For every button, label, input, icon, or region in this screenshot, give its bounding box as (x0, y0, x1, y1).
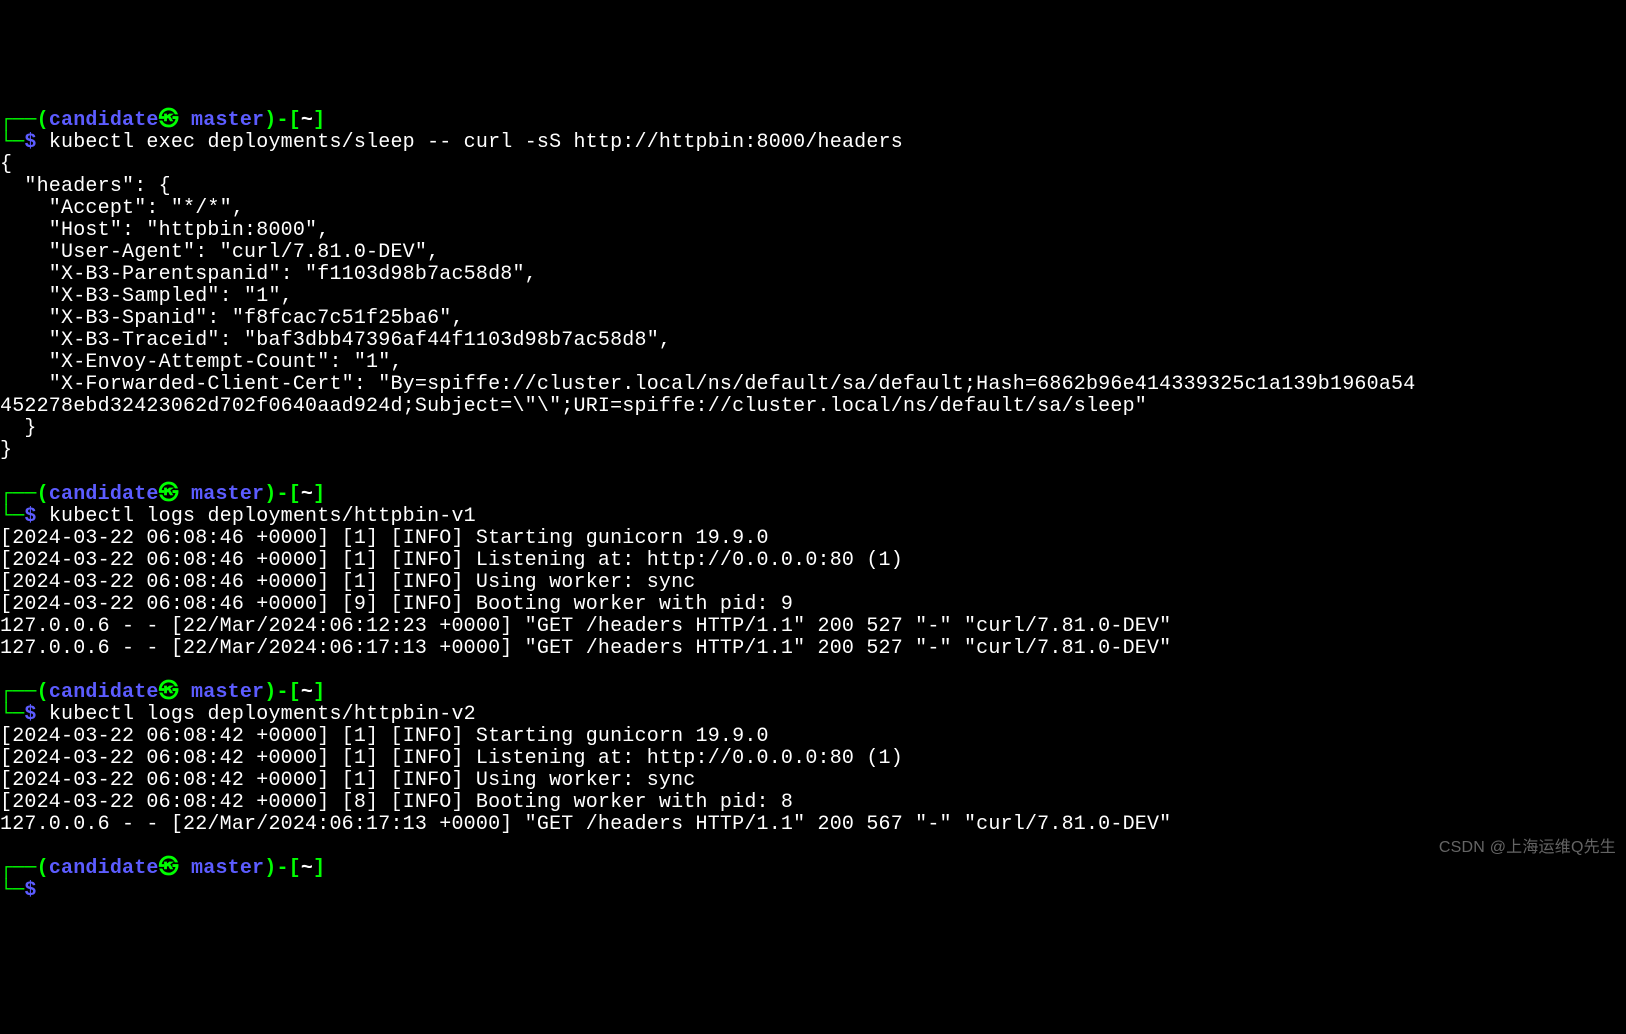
output-line: "X-B3-Sampled": "1", (0, 286, 1626, 308)
prompt-line-bottom[interactable]: └─$ kubectl exec deployments/sleep -- cu… (0, 132, 1626, 154)
output-line: } (0, 418, 1626, 440)
output-line: [2024-03-22 06:08:42 +0000] [1] [INFO] U… (0, 770, 1626, 792)
prompt-line-top: ┌──(candidate㉿ master)-[~] (0, 484, 1626, 506)
watermark-text: CSDN @上海运维Q先生 (1439, 839, 1616, 857)
terminal[interactable]: ┌──(candidate㉿ master)-[~]└─$ kubectl ex… (0, 110, 1626, 902)
output-line: 127.0.0.6 - - [22/Mar/2024:06:17:13 +000… (0, 638, 1626, 660)
output-line: "User-Agent": "curl/7.81.0-DEV", (0, 242, 1626, 264)
output-line: "Accept": "*/*", (0, 198, 1626, 220)
output-line: 127.0.0.6 - - [22/Mar/2024:06:17:13 +000… (0, 814, 1626, 836)
output-line (0, 660, 1626, 682)
output-line: { (0, 154, 1626, 176)
command-text: kubectl exec deployments/sleep -- curl -… (49, 131, 903, 154)
output-line: } (0, 440, 1626, 462)
prompt-line-top: ┌──(candidate㉿ master)-[~] (0, 682, 1626, 704)
output-line: [2024-03-22 06:08:46 +0000] [9] [INFO] B… (0, 594, 1626, 616)
output-line (0, 462, 1626, 484)
output-line: "headers": { (0, 176, 1626, 198)
output-line: [2024-03-22 06:08:42 +0000] [1] [INFO] L… (0, 748, 1626, 770)
prompt-line-bottom[interactable]: └─$ kubectl logs deployments/httpbin-v1 (0, 506, 1626, 528)
output-line: 127.0.0.6 - - [22/Mar/2024:06:12:23 +000… (0, 616, 1626, 638)
output-line: "Host": "httpbin:8000", (0, 220, 1626, 242)
output-line: "X-B3-Traceid": "baf3dbb47396af44f1103d9… (0, 330, 1626, 352)
prompt-line-bottom[interactable]: └─$ (0, 880, 1626, 902)
output-line: [2024-03-22 06:08:46 +0000] [1] [INFO] L… (0, 550, 1626, 572)
output-line: [2024-03-22 06:08:42 +0000] [8] [INFO] B… (0, 792, 1626, 814)
output-line: [2024-03-22 06:08:46 +0000] [1] [INFO] S… (0, 528, 1626, 550)
output-line: 452278ebd32423062d702f0640aad924d;Subjec… (0, 396, 1626, 418)
output-line: "X-B3-Parentspanid": "f1103d98b7ac58d8", (0, 264, 1626, 286)
output-line: [2024-03-22 06:08:42 +0000] [1] [INFO] S… (0, 726, 1626, 748)
output-line: "X-Forwarded-Client-Cert": "By=spiffe://… (0, 374, 1626, 396)
prompt-line-bottom[interactable]: └─$ kubectl logs deployments/httpbin-v2 (0, 704, 1626, 726)
output-line: [2024-03-22 06:08:46 +0000] [1] [INFO] U… (0, 572, 1626, 594)
output-line: "X-B3-Spanid": "f8fcac7c51f25ba6", (0, 308, 1626, 330)
command-text: kubectl logs deployments/httpbin-v1 (49, 505, 476, 528)
output-line (0, 836, 1626, 858)
prompt-line-top: ┌──(candidate㉿ master)-[~] (0, 110, 1626, 132)
output-line: "X-Envoy-Attempt-Count": "1", (0, 352, 1626, 374)
command-text: kubectl logs deployments/httpbin-v2 (49, 703, 476, 726)
prompt-line-top: ┌──(candidate㉿ master)-[~] (0, 858, 1626, 880)
